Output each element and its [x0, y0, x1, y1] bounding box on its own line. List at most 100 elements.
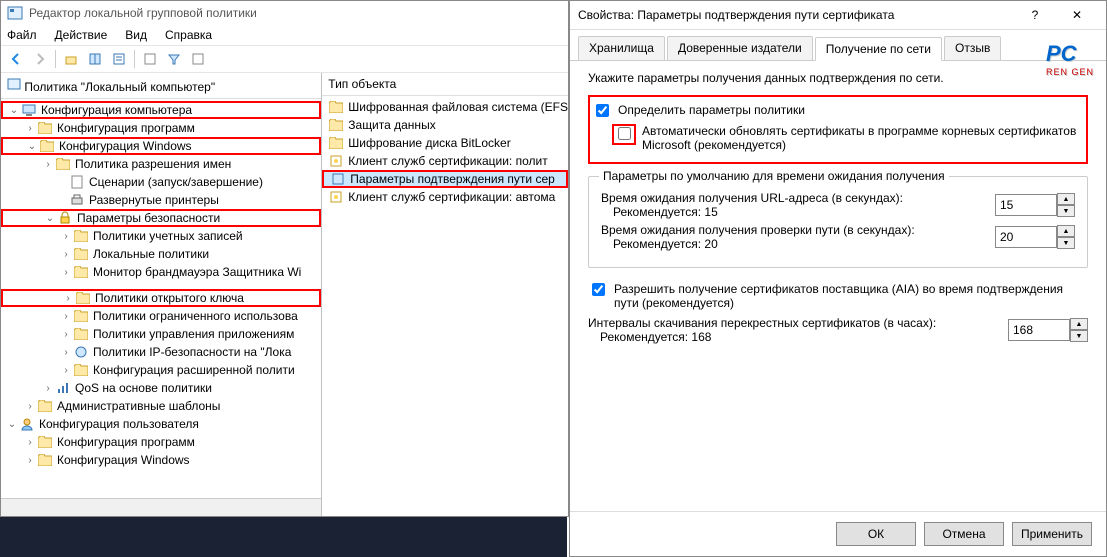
node-printers[interactable]: Развернутые принтеры [1, 191, 321, 209]
list-column-header[interactable]: Тип объекта [322, 73, 568, 96]
list-item[interactable]: Шифрование диска BitLocker [322, 134, 568, 152]
node-ext-audit[interactable]: › Конфигурация расширенной полити [1, 361, 321, 379]
tree-header: Политика "Локальный компьютер" [1, 73, 321, 99]
url-timeout-spinner[interactable]: ▲▼ [995, 193, 1075, 217]
toolbar-properties[interactable] [108, 48, 130, 70]
node-user-windows[interactable]: › Конфигурация Windows [1, 451, 321, 469]
tree[interactable]: ⌄ Конфигурация компьютера › Конфигурация… [1, 99, 321, 498]
taskbar[interactable] [0, 517, 567, 557]
toolbar-show-hide[interactable] [84, 48, 106, 70]
folder-icon [37, 398, 53, 414]
toolbar-filter[interactable] [163, 48, 185, 70]
menu-action[interactable]: Действие [55, 28, 108, 42]
url-timeout-input[interactable] [995, 194, 1057, 216]
toolbar-forward[interactable] [29, 48, 51, 70]
node-defender-fw[interactable]: › Монитор брандмауэра Защитника Wi [1, 263, 321, 281]
path-timeout-input[interactable] [995, 226, 1057, 248]
spin-down-icon[interactable]: ▼ [1057, 237, 1075, 249]
spin-up-icon[interactable]: ▲ [1057, 193, 1075, 205]
allow-aia-checkbox-row[interactable]: Разрешить получение сертификатов поставщ… [588, 282, 1088, 310]
expander-icon[interactable]: › [59, 365, 73, 376]
spin-up-icon[interactable]: ▲ [1057, 225, 1075, 237]
list-item[interactable]: Шифрованная файловая система (EFS [322, 98, 568, 116]
tab-network[interactable]: Получение по сети [815, 37, 942, 61]
path-timeout-label: Время ожидания получения проверки пути (… [601, 223, 915, 237]
folder-icon [73, 362, 89, 378]
expander-icon[interactable]: › [59, 231, 73, 242]
spin-up-icon[interactable]: ▲ [1070, 318, 1088, 330]
expander-icon[interactable]: › [59, 329, 73, 340]
node-qos[interactable]: › QoS на основе политики [1, 379, 321, 397]
expander-icon[interactable]: › [23, 455, 37, 466]
horizontal-scrollbar[interactable] [1, 498, 321, 516]
expander-icon[interactable]: › [23, 401, 37, 412]
toolbar-help[interactable] [187, 48, 209, 70]
printer-icon [69, 192, 85, 208]
menu-view[interactable]: Вид [125, 28, 147, 42]
expander-icon[interactable]: › [59, 347, 73, 358]
node-label: Конфигурация расширенной полити [93, 363, 295, 377]
node-admin-templates[interactable]: › Административные шаблоны [1, 397, 321, 415]
expander-icon[interactable]: › [23, 123, 37, 134]
toolbar-back[interactable] [5, 48, 27, 70]
expander-icon[interactable]: › [61, 293, 75, 304]
expander-icon[interactable]: › [59, 249, 73, 260]
toolbar-up[interactable] [60, 48, 82, 70]
menu-file[interactable]: Файл [7, 28, 37, 42]
close-button[interactable]: ✕ [1056, 1, 1098, 29]
path-timeout-rec: Рекомендуется: 20 [613, 237, 915, 251]
node-user-config[interactable]: ⌄ Конфигурация пользователя [1, 415, 321, 433]
node-label: Конфигурация компьютера [41, 103, 192, 117]
define-policy-checkbox-row[interactable]: Определить параметры политики [592, 103, 1084, 120]
expander-icon[interactable]: › [59, 311, 73, 322]
expander-icon[interactable]: ⌄ [43, 213, 57, 224]
node-ipsec[interactable]: › Политики IP-безопасности на "Лока [1, 343, 321, 361]
node-software-config[interactable]: › Конфигурация программ [1, 119, 321, 137]
list-item[interactable]: Клиент служб сертификации: полит [322, 152, 568, 170]
list-item[interactable]: Защита данных [322, 116, 568, 134]
node-user-software[interactable]: › Конфигурация программ [1, 433, 321, 451]
menu-help[interactable]: Справка [165, 28, 212, 42]
expander-icon[interactable]: ⌄ [5, 419, 19, 430]
auto-update-checkbox[interactable] [618, 127, 631, 140]
cross-interval-input[interactable] [1008, 319, 1070, 341]
define-policy-checkbox[interactable] [596, 104, 609, 117]
apply-button[interactable]: Применить [1012, 522, 1092, 546]
cross-interval-spinner[interactable]: ▲▼ [1008, 318, 1088, 342]
cancel-button[interactable]: Отмена [924, 522, 1004, 546]
node-scripts[interactable]: Сценарии (запуск/завершение) [1, 173, 321, 191]
auto-update-checkbox-row[interactable]: Автоматически обновлять сертификаты в пр… [612, 124, 1084, 152]
expander-icon[interactable]: › [23, 437, 37, 448]
list-item-label: Клиент служб сертификации: полит [348, 154, 547, 168]
list-item-selected[interactable]: Параметры подтверждения пути сер [322, 170, 568, 188]
node-local-policies[interactable]: › Локальные политики [1, 245, 321, 263]
node-security-settings[interactable]: ⌄ Параметры безопасности [1, 209, 321, 227]
node-pk-policies[interactable]: › Политики открытого ключа [1, 289, 321, 307]
help-button[interactable]: ? [1014, 1, 1056, 29]
expander-icon[interactable]: ⌄ [25, 141, 39, 152]
node-name-res[interactable]: › Политика разрешения имен [1, 155, 321, 173]
expander-icon[interactable]: › [41, 159, 55, 170]
node-windows-config[interactable]: ⌄ Конфигурация Windows [1, 137, 321, 155]
spin-down-icon[interactable]: ▼ [1057, 205, 1075, 217]
allow-aia-checkbox[interactable] [592, 283, 605, 296]
node-account-policies[interactable]: › Политики учетных записей [1, 227, 321, 245]
node-computer-config[interactable]: ⌄ Конфигурация компьютера [1, 101, 321, 119]
gpedit-menubar: Файл Действие Вид Справка [1, 25, 568, 45]
path-timeout-spinner[interactable]: ▲▼ [995, 225, 1075, 249]
ok-button[interactable]: ОК [836, 522, 916, 546]
dialog-tabs: Хранилища Доверенные издатели Получение … [570, 30, 1106, 61]
list-item-label: Параметры подтверждения пути сер [350, 172, 555, 186]
tab-revocation[interactable]: Отзыв [944, 36, 1001, 60]
node-software-restrict[interactable]: › Политики ограниченного использова [1, 307, 321, 325]
toolbar-refresh[interactable] [139, 48, 161, 70]
node-app-control[interactable]: › Политики управления приложениям [1, 325, 321, 343]
spin-down-icon[interactable]: ▼ [1070, 330, 1088, 342]
tab-trusted[interactable]: Доверенные издатели [667, 36, 813, 60]
tab-stores[interactable]: Хранилища [578, 36, 665, 60]
expander-icon[interactable]: ⌄ [7, 105, 21, 116]
list[interactable]: Шифрованная файловая система (EFS Защита… [322, 96, 568, 516]
expander-icon[interactable]: › [59, 267, 73, 278]
expander-icon[interactable]: › [41, 383, 55, 394]
list-item[interactable]: Клиент служб сертификации: автома [322, 188, 568, 206]
